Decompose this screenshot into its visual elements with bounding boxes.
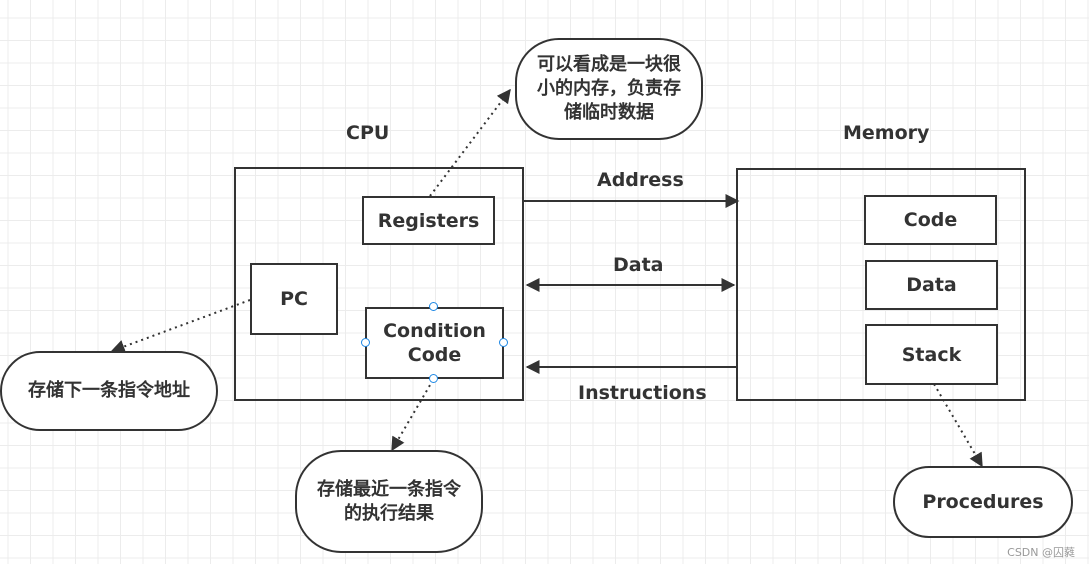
- registers-note-line-3: 储临时数据: [564, 102, 654, 123]
- selection-handle-top[interactable]: [429, 302, 438, 311]
- pc-note[interactable]: 存储下一条指令地址: [0, 351, 218, 431]
- pc-note-connector: [110, 299, 251, 354]
- procedures-note[interactable]: Procedures: [893, 466, 1073, 538]
- selection-handle-bottom[interactable]: [429, 374, 438, 383]
- address-label: Address: [597, 169, 684, 191]
- memory-segment-code[interactable]: Code: [864, 195, 997, 245]
- selection-handle-left[interactable]: [361, 338, 370, 347]
- registers-note[interactable]: 可以看成是一块很 小的内存，负责存 储临时数据: [515, 38, 703, 140]
- memory-title: Memory: [843, 122, 930, 144]
- condition-code-box[interactable]: Condition Code: [365, 307, 504, 379]
- condition-code-note[interactable]: 存储最近一条指令 的执行结果: [295, 450, 483, 553]
- registers-box[interactable]: Registers: [362, 196, 495, 245]
- registers-note-line-2: 小的内存，负责存: [537, 78, 681, 99]
- watermark: CSDN @囚蕤: [1007, 546, 1075, 559]
- memory-segment-data[interactable]: Data: [865, 260, 998, 310]
- cpu-title: CPU: [346, 122, 390, 144]
- pc-box[interactable]: PC: [250, 263, 338, 335]
- memory-segment-stack[interactable]: Stack: [865, 324, 998, 385]
- instructions-label: Instructions: [578, 382, 707, 404]
- condition-code-note-line-2: 的执行结果: [344, 502, 434, 524]
- data-bus-label: Data: [613, 254, 664, 276]
- condition-code-note-line-1: 存储最近一条指令: [317, 478, 461, 500]
- registers-note-line-1: 可以看成是一块很: [537, 54, 681, 75]
- selection-handle-right[interactable]: [499, 338, 508, 347]
